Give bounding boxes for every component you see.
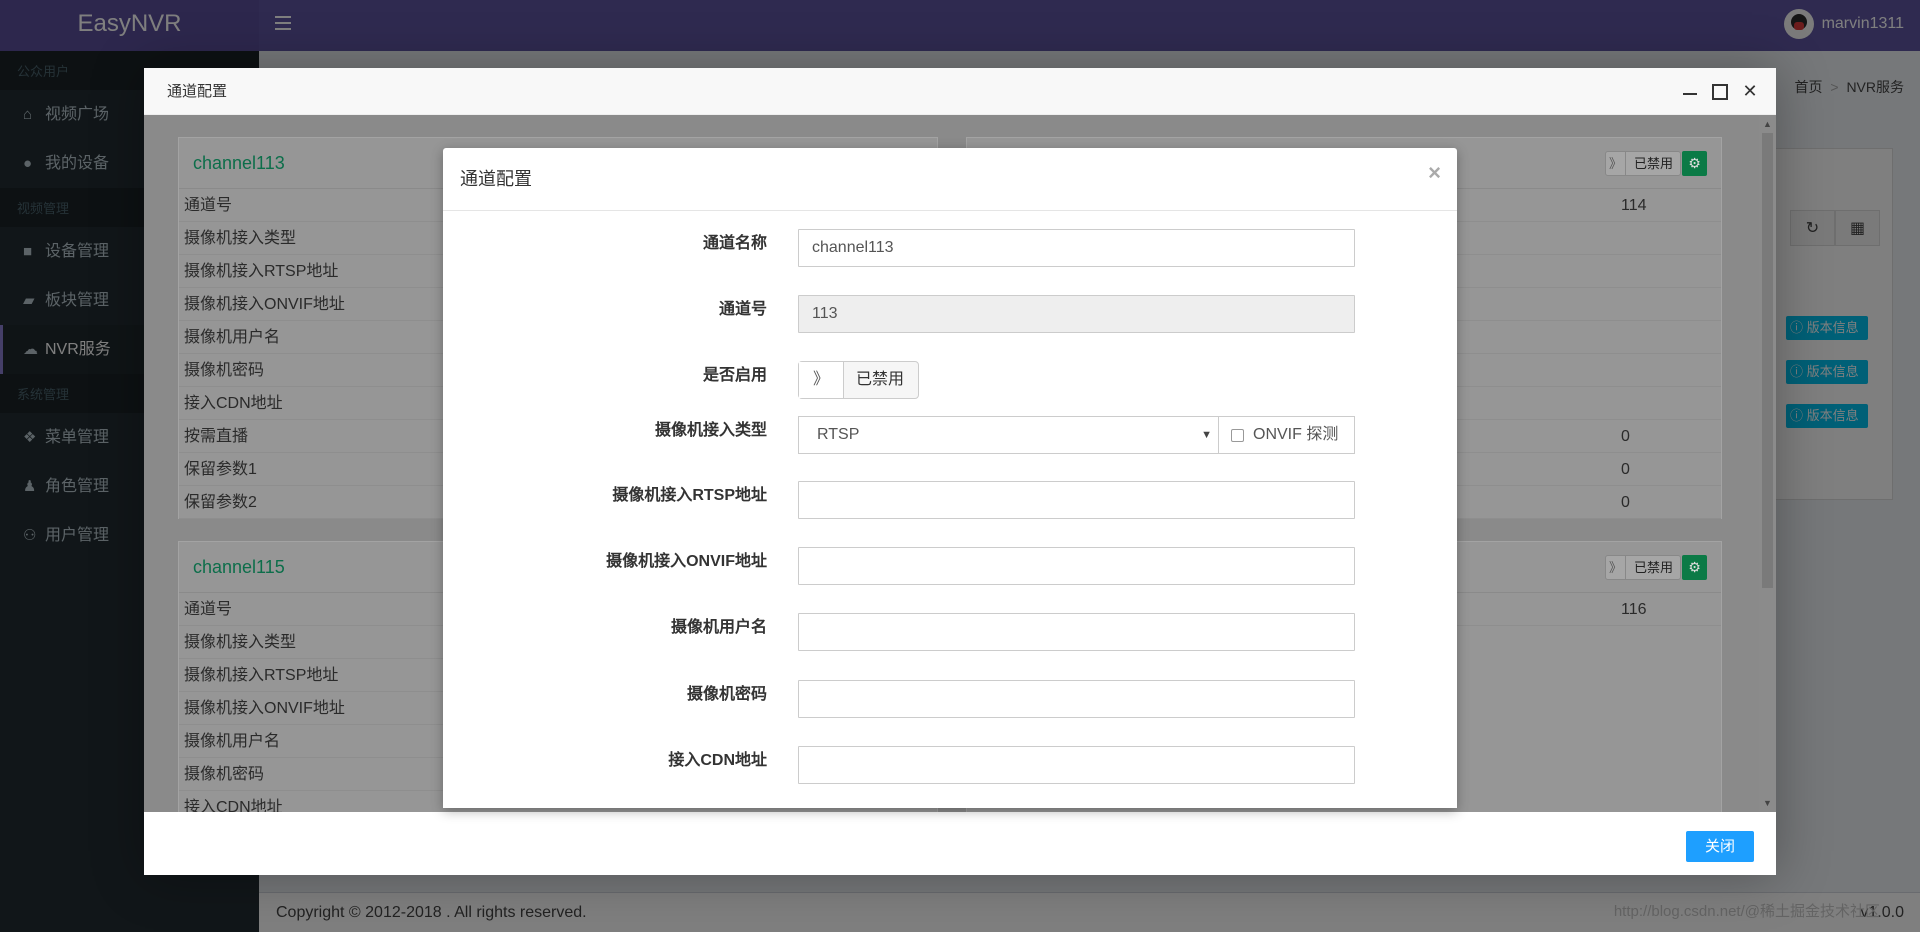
toggle-label: 已禁用 (1634, 156, 1674, 171)
close-button[interactable]: 关闭 (1686, 831, 1754, 862)
access-type-label: 摄像机接入类型 (654, 422, 767, 439)
access-type-select[interactable]: RTSP ▼ (798, 416, 1219, 454)
onvif-input[interactable] (798, 547, 1355, 585)
minimize-icon[interactable] (1682, 68, 1698, 115)
cdn-label: 接入CDN地址 (668, 752, 767, 769)
gear-icon: ⚙ (1688, 559, 1701, 575)
onvif-probe-label: ONVIF 探测 (1253, 426, 1339, 443)
channel-number-label: 通道号 (718, 301, 767, 318)
layer-scrollbar[interactable]: ▲ ▼ (1759, 115, 1776, 812)
channel-number-input: 113 (798, 295, 1355, 333)
gear-icon: ⚙ (1688, 155, 1701, 171)
form-row-channel-name: 通道名称 channel113 (443, 229, 1457, 268)
enabled-toggle[interactable]: 》 已禁用 (798, 361, 919, 399)
checkbox-icon[interactable] (1231, 428, 1244, 442)
layer-window-controls: ✕ (1682, 68, 1758, 115)
camera-username-input[interactable] (798, 613, 1355, 651)
panel-row-value: 114 (1621, 197, 1647, 214)
form-row-channel-number: 通道号 113 (443, 295, 1457, 334)
enabled-label: 是否启用 (702, 367, 767, 384)
rtsp-label: 摄像机接入RTSP地址 (612, 487, 767, 504)
enabled-status: 已禁用 (856, 371, 905, 388)
channel-name-input[interactable]: channel113 (798, 229, 1355, 267)
scroll-thumb[interactable] (1762, 133, 1773, 588)
camera-password-label: 摄像机密码 (686, 686, 767, 703)
enable-toggle[interactable]: 》已禁用 (1605, 555, 1681, 580)
scroll-up-icon[interactable]: ▲ (1762, 118, 1773, 130)
onvif-probe-checkbox[interactable]: ONVIF 探测 (1218, 416, 1355, 454)
camera-username-label: 摄像机用户名 (670, 619, 767, 636)
form-row-username: 摄像机用户名 (443, 613, 1457, 652)
form-row-access-type: 摄像机接入类型 RTSP ▼ ONVIF 探测 (443, 416, 1457, 455)
layer-title-bar: 通道配置 ✕ (144, 68, 1776, 115)
channel-config-modal: 通道配置 × 通道名称 channel113 通道号 113 是否启用 》 已禁… (443, 148, 1457, 808)
toggle-arrow-icon: 》 (799, 362, 844, 398)
modal-header: 通道配置 × (443, 148, 1457, 211)
channel-name-label: 通道名称 (702, 235, 767, 252)
layer-footer: 关闭 (144, 812, 1776, 875)
access-type-value: RTSP (817, 426, 860, 443)
maximize-icon[interactable] (1712, 68, 1728, 115)
toggle-label: 已禁用 (1634, 560, 1674, 575)
enable-toggle[interactable]: 》已禁用 (1605, 151, 1681, 176)
form-row-enabled: 是否启用 》 已禁用 (443, 361, 1457, 400)
form-row-password: 摄像机密码 (443, 680, 1457, 719)
layer-title: 通道配置 (167, 83, 228, 100)
cdn-input[interactable] (798, 746, 1355, 784)
panel-row-value: 0 (1621, 494, 1630, 511)
panel-row-value: 0 (1621, 461, 1630, 478)
modal-close-icon[interactable]: × (1428, 162, 1441, 184)
dropdown-arrow-icon: ▼ (1201, 429, 1212, 441)
settings-button[interactable]: ⚙ (1682, 555, 1707, 580)
modal-title: 通道配置 (460, 169, 532, 189)
settings-button[interactable]: ⚙ (1682, 151, 1707, 176)
toggle-arrow-icon: 》 (1606, 556, 1626, 579)
scroll-down-icon[interactable]: ▼ (1762, 797, 1773, 809)
camera-password-input[interactable] (798, 680, 1355, 718)
rtsp-input[interactable] (798, 481, 1355, 519)
form-row-cdn: 接入CDN地址 (443, 746, 1457, 785)
panel-row-value: 116 (1621, 601, 1647, 618)
form-row-rtsp: 摄像机接入RTSP地址 (443, 481, 1457, 520)
panel-row-value: 0 (1621, 428, 1630, 445)
form-row-onvif: 摄像机接入ONVIF地址 (443, 547, 1457, 586)
toggle-arrow-icon: 》 (1606, 152, 1626, 175)
onvif-label: 摄像机接入ONVIF地址 (606, 553, 767, 570)
close-icon[interactable]: ✕ (1742, 68, 1758, 115)
